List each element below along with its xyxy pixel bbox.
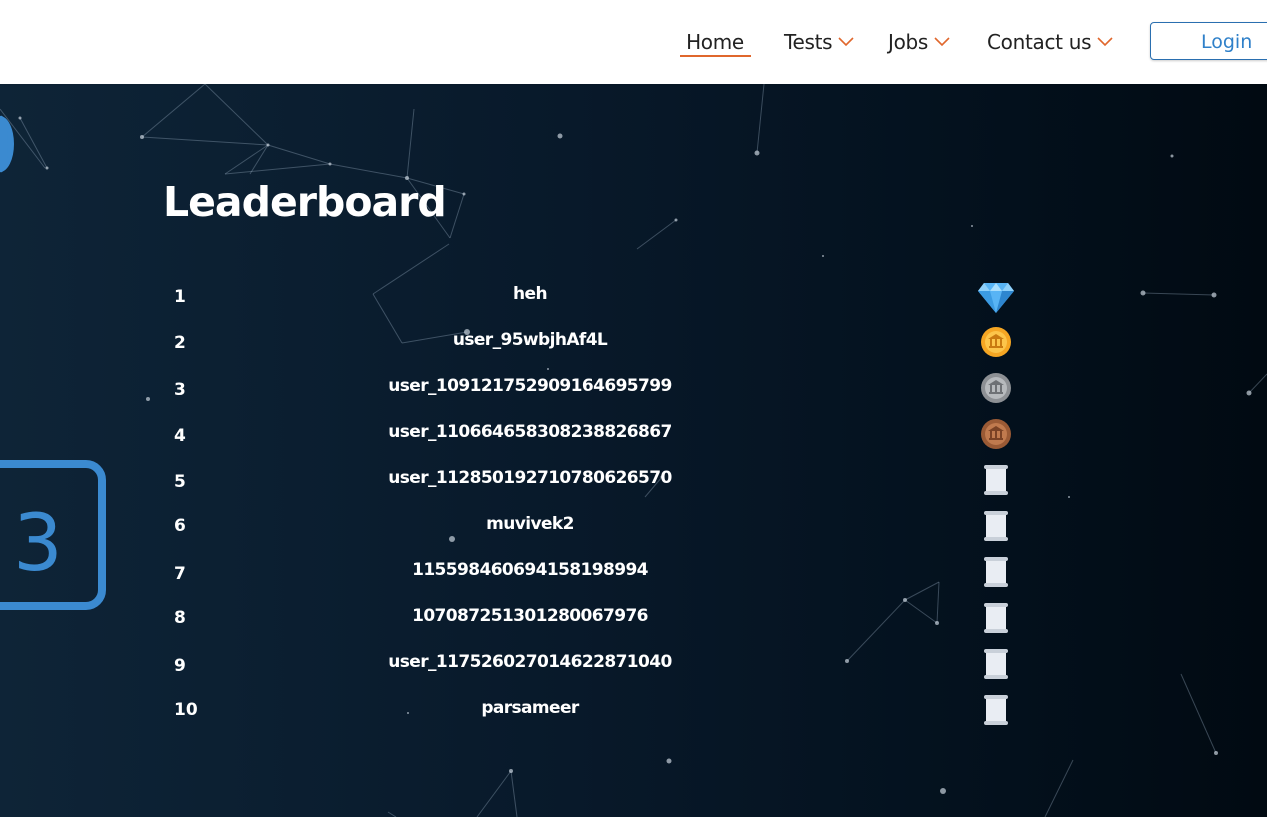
scroll-icon [984,557,1008,587]
username: 107087251301280067976 [412,606,648,626]
rank-number: 7 [174,564,186,584]
rank-number: 3 [174,380,186,400]
scroll-icon [984,649,1008,679]
nav-contact-label: Contact us [987,30,1092,54]
svg-text:3: 3 [13,499,63,589]
nav-tests-dropdown[interactable]: Tests [784,28,854,56]
nav-jobs-label: Jobs [888,30,929,54]
nav-contact-dropdown[interactable]: Contact us [987,28,1113,56]
rank-number: 5 [174,472,186,492]
page-title: Leaderboard [163,178,447,226]
login-button[interactable]: Login [1150,22,1267,60]
rank-number: 8 [174,608,186,628]
scroll-icon [984,465,1008,495]
silver-coin-icon [981,373,1011,403]
rank-number: 6 [174,516,186,536]
username: heh [513,284,548,304]
nav-home[interactable]: Home [680,28,751,57]
gold-coin-icon [981,327,1011,357]
nav-tests-label: Tests [784,30,833,54]
rank-number: 9 [174,656,186,676]
chevron-down-icon [838,36,854,46]
active-nav-underline [680,55,751,57]
username: 115598460694158198994 [412,560,648,580]
rank-number: 1 [174,287,186,307]
scroll-icon [984,695,1008,725]
leaderboard-hero: 3 Leaderboard 1 heh 2 user_95wbjhAf4L 3 … [0,84,1267,817]
top-navbar: Home Tests Jobs Contact us Login [0,0,1267,84]
diamond-icon [978,283,1014,313]
scroll-icon [984,603,1008,633]
bronze-coin-icon [981,419,1011,449]
username: user_112850192710780626570 [388,468,672,488]
scroll-icon [984,511,1008,541]
chevron-down-icon [934,36,950,46]
rank-number: 2 [174,333,186,353]
username: user_117526027014622871040 [388,652,672,672]
username: user_110664658308238826867 [388,422,672,442]
username: parsameer [481,698,579,718]
chevron-down-icon [1097,36,1113,46]
decorative-number-three-graphic: 3 [0,460,106,610]
username: user_95wbjhAf4L [452,330,608,350]
nav-jobs-dropdown[interactable]: Jobs [888,28,950,56]
username: user_109121752909164695799 [388,376,672,396]
username: muvivek2 [486,514,574,534]
rank-number: 4 [174,426,186,446]
nav-home-label: Home [686,30,744,54]
rank-number: 10 [174,700,198,720]
